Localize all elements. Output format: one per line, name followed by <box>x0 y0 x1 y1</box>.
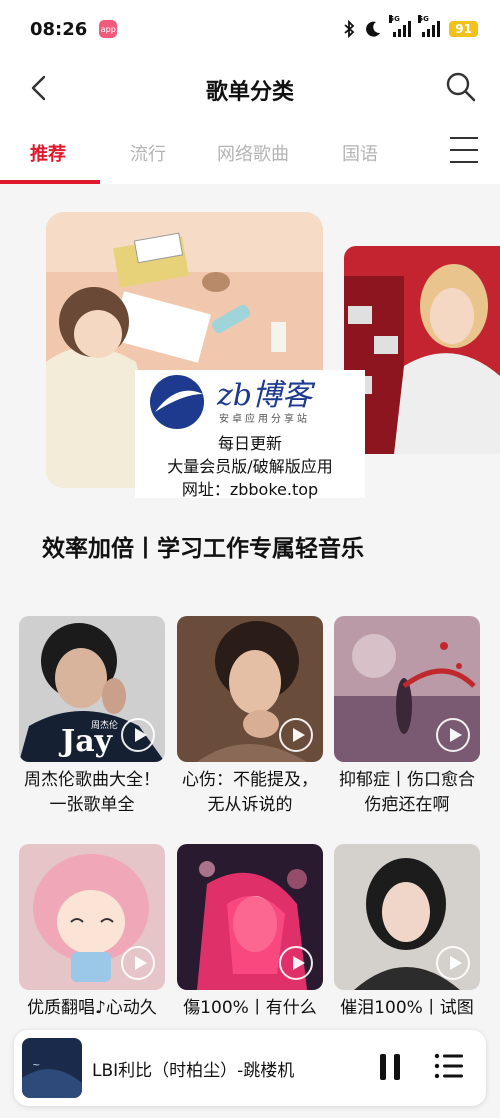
watermark-tagline: 安卓应用分享站 <box>219 414 310 425</box>
playlist-cover: Jay 周杰伦 <box>19 616 165 762</box>
playlist-cover <box>19 844 165 990</box>
playlist-title: 抑郁症丨伤口愈合伤疤还在啊 <box>339 770 475 815</box>
playlist-title: 周杰伦歌曲大全！一张歌单全 <box>24 770 160 815</box>
hamburger-menu-icon[interactable] <box>450 137 478 163</box>
page-title: 歌单分类 <box>205 80 294 105</box>
mini-player: ~ LBI利比（时柏尘）-跳楼机 <box>14 1030 486 1106</box>
tab-internet-songs[interactable]: 网络歌曲 <box>217 140 289 166</box>
watermark-line: 每日更新 <box>217 434 282 453</box>
watermark-line: 大量会员版/破解版应用 <box>167 457 333 476</box>
search-icon[interactable] <box>444 70 478 104</box>
now-playing-title[interactable]: LBI利比（时柏尘）-跳楼机 <box>92 1056 294 1081</box>
tab-pop[interactable]: 流行 <box>130 140 166 166</box>
playlist-cover <box>334 844 480 990</box>
moon-icon <box>366 21 381 37</box>
playlist-card[interactable]: 催泪100%丨试图 <box>334 844 480 1046</box>
active-tab-indicator <box>0 180 100 184</box>
nav-bar: 歌单分类 <box>0 58 500 120</box>
play-icon[interactable] <box>279 946 313 980</box>
status-indicators: 5G 5G 91 <box>343 15 478 38</box>
watermark-line: 网址：zbboke.top <box>181 480 319 499</box>
status-bar: 08:26 app 5G 5G 91 <box>0 0 500 58</box>
zbboke-logo <box>150 375 204 429</box>
watermark-brand: zb博客 <box>217 378 313 413</box>
play-icon[interactable] <box>121 946 155 980</box>
play-icon[interactable] <box>279 718 313 752</box>
tab-mandarin[interactable]: 国语 <box>342 140 378 166</box>
status-time: 08:26 <box>30 18 88 40</box>
signal-icon: 5G <box>389 15 412 37</box>
cover-subtext: 周杰伦 <box>91 721 119 731</box>
svg-text:~: ~ <box>32 1060 40 1071</box>
section-title: 效率加倍丨学习工作专属轻音乐 <box>42 536 364 562</box>
play-icon[interactable] <box>121 718 155 752</box>
playlist-card[interactable]: 傷100%丨有什么 <box>177 844 323 1046</box>
playlist-card[interactable]: 抑郁症丨伤口愈合伤疤还在啊 <box>334 616 480 818</box>
play-icon[interactable] <box>436 946 470 980</box>
playlist-card[interactable]: 心伤：不能提及，无从诉说的 <box>177 616 323 818</box>
playlist-icon[interactable] <box>434 1052 464 1080</box>
signal-label: 5G <box>418 15 429 23</box>
signal-label: 5G <box>389 15 400 23</box>
playlist-title: 心伤：不能提及，无从诉说的 <box>182 770 318 815</box>
battery-indicator: 91 <box>449 21 478 37</box>
pause-icon[interactable] <box>376 1052 404 1082</box>
banner-photo <box>344 246 500 454</box>
now-playing-artwork[interactable]: ~ <box>22 1038 82 1098</box>
tab-recommend[interactable]: 推荐 <box>30 140 66 166</box>
playlist-card[interactable]: 优质翻唱♪心动久 <box>19 844 165 1046</box>
playlist-cover <box>177 844 323 990</box>
category-tabs: 推荐 流行 网络歌曲 国语 <box>0 120 500 184</box>
banner-secondary[interactable] <box>344 246 500 454</box>
playlist-card[interactable]: Jay 周杰伦 周杰伦歌曲大全！一张歌单全 <box>19 616 165 818</box>
bluetooth-icon <box>344 20 355 38</box>
playlist-cover <box>177 616 323 762</box>
playlist-cover <box>334 616 480 762</box>
play-icon[interactable] <box>436 718 470 752</box>
signal-icon: 5G <box>418 15 441 37</box>
watermark-overlay: zb博客 安卓应用分享站 每日更新 大量会员版/破解版应用 网址：zbboke.… <box>135 370 365 499</box>
app-notification-icon: app <box>99 20 118 38</box>
